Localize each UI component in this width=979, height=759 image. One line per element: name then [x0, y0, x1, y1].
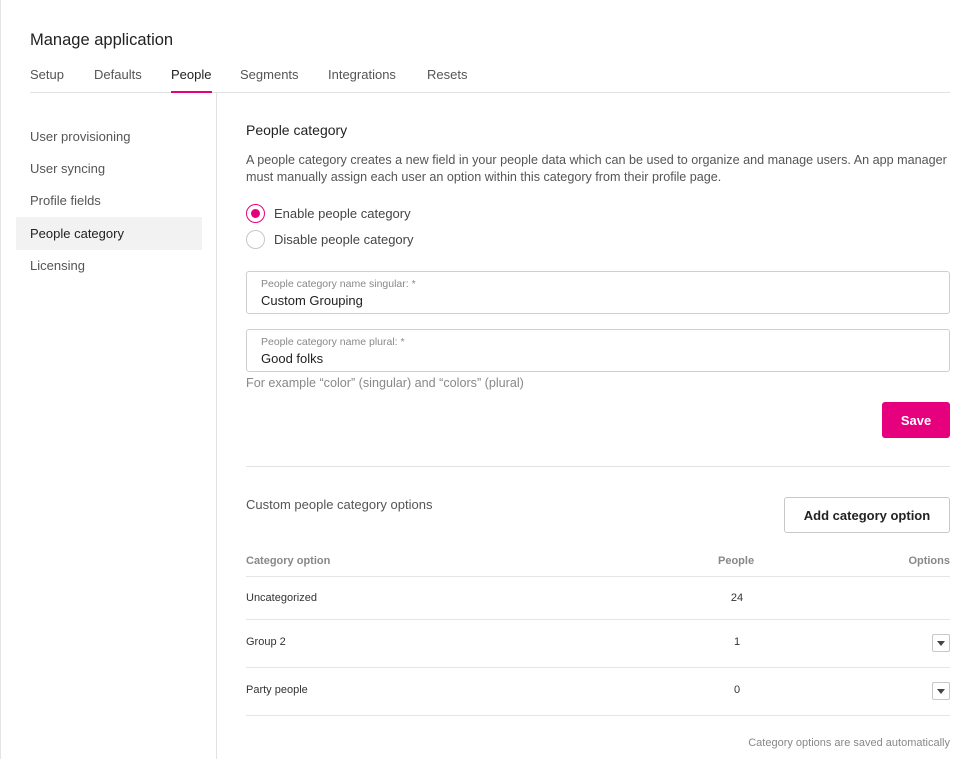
tab-integrations[interactable]: Integrations — [328, 67, 396, 82]
row-option-name: Party people — [246, 684, 308, 696]
row-option-name: Uncategorized — [246, 592, 317, 604]
table-divider — [246, 576, 950, 577]
options-title: Custom people category options — [246, 497, 433, 512]
radio-label: Disable people category — [274, 231, 414, 247]
field-label: People category name plural: * — [261, 336, 405, 348]
active-tab-indicator — [171, 91, 212, 93]
row-people-count: 1 — [733, 636, 741, 648]
radio-checked-icon[interactable] — [246, 203, 265, 223]
save-button[interactable]: Save — [882, 402, 950, 438]
sidebar-item-licensing[interactable]: Licensing — [16, 249, 202, 282]
main-panel: People category A people category create… — [246, 93, 950, 759]
chevron-down-icon[interactable] — [932, 634, 950, 652]
singular-name-field[interactable]: People category name singular: * — [246, 271, 950, 314]
sidebar-item-user-provisioning[interactable]: User provisioning — [16, 120, 202, 153]
add-category-option-button[interactable]: Add category option — [784, 497, 950, 533]
table-divider — [246, 619, 950, 620]
tab-segments[interactable]: Segments — [240, 67, 299, 82]
sidebar-divider — [216, 93, 217, 759]
row-option-name: Group 2 — [246, 636, 286, 648]
tab-defaults[interactable]: Defaults — [94, 67, 142, 82]
enable-category-radio[interactable]: Enable people category — [246, 203, 411, 223]
window-edge — [0, 0, 1, 759]
tab-resets[interactable]: Resets — [427, 67, 467, 82]
disable-category-radio[interactable]: Disable people category — [246, 229, 413, 249]
row-people-count: 24 — [730, 592, 744, 604]
sidebar-item-user-syncing[interactable]: User syncing — [16, 152, 202, 185]
tab-setup[interactable]: Setup — [30, 67, 64, 82]
field-label: People category name singular: * — [261, 278, 416, 290]
autosave-note: Category options are saved automatically — [748, 737, 950, 749]
radio-unchecked-icon[interactable] — [246, 229, 265, 249]
row-people-count: 0 — [733, 684, 741, 696]
tab-bar: Setup Defaults People Segments Integrati… — [30, 66, 950, 93]
field-hint: For example “color” (singular) and “colo… — [246, 376, 524, 390]
column-header-option: Category option — [246, 555, 331, 567]
chevron-down-icon[interactable] — [932, 682, 950, 700]
sidebar-item-profile-fields[interactable]: Profile fields — [16, 184, 202, 217]
section-divider — [246, 466, 950, 467]
column-header-people: People — [718, 555, 755, 567]
column-header-options: Options — [908, 555, 950, 567]
section-title: People category — [246, 122, 348, 138]
table-divider — [246, 667, 950, 668]
tab-people[interactable]: People — [171, 67, 211, 82]
radio-label: Enable people category — [274, 205, 411, 221]
singular-name-input[interactable] — [261, 293, 935, 308]
section-description: A people category creates a new field in… — [246, 153, 947, 184]
plural-name-field[interactable]: People category name plural: * — [246, 329, 950, 372]
plural-name-input[interactable] — [261, 351, 935, 366]
sidebar-item-people-category[interactable]: People category — [16, 217, 202, 250]
page-title: Manage application — [30, 31, 174, 49]
table-divider — [246, 715, 950, 716]
